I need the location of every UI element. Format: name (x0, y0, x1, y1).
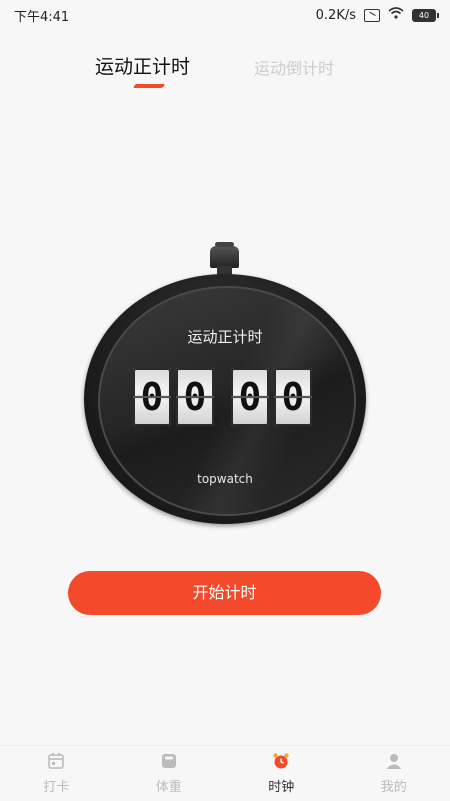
status-icons: 0.2K/s 40 (316, 7, 450, 23)
nav-label-profile: 我的 (338, 776, 450, 795)
status-bar: 下午4:41 0.2K/s 40 (0, 0, 450, 30)
timer-mode-tabs: 运动正计时 运动倒计时 (0, 48, 450, 98)
stopwatch: 运动正计时 0 0 0 0 topwatch (84, 246, 366, 530)
stopwatch-brand: topwatch (84, 472, 366, 486)
nav-item-profile[interactable]: 我的 (338, 746, 450, 801)
minute-ones-digit: 0 (176, 368, 214, 426)
no-sim-icon (364, 9, 380, 22)
status-time: 下午4:41 (0, 6, 69, 25)
tab-count-up[interactable]: 运动正计时 (95, 52, 190, 79)
digit-separator (219, 368, 231, 428)
scale-icon (160, 752, 178, 770)
bottom-nav: 打卡 体重 时钟 我的 (0, 745, 450, 801)
second-ones-digit: 0 (274, 368, 312, 426)
start-timer-button[interactable]: 开始计时 (68, 571, 381, 615)
nav-label-checkin: 打卡 (0, 776, 113, 795)
user-icon (385, 752, 403, 770)
second-tens-digit: 0 (231, 368, 269, 426)
stopwatch-crown (210, 246, 239, 268)
wifi-icon (388, 7, 404, 23)
alarm-clock-icon (272, 752, 290, 770)
nav-item-checkin[interactable]: 打卡 (0, 746, 113, 801)
calendar-icon (47, 752, 65, 770)
nav-label-clock: 时钟 (225, 776, 338, 795)
nav-item-weight[interactable]: 体重 (113, 746, 226, 801)
active-tab-indicator (133, 84, 166, 88)
tab-count-down[interactable]: 运动倒计时 (254, 55, 334, 79)
nav-item-clock[interactable]: 时钟 (225, 746, 338, 801)
battery-icon: 40 (412, 9, 436, 22)
stopwatch-title: 运动正计时 (84, 326, 366, 347)
time-digits: 0 0 0 0 (133, 368, 317, 428)
minute-tens-digit: 0 (133, 368, 171, 426)
nav-label-weight: 体重 (113, 776, 226, 795)
network-speed: 0.2K/s (316, 8, 356, 23)
